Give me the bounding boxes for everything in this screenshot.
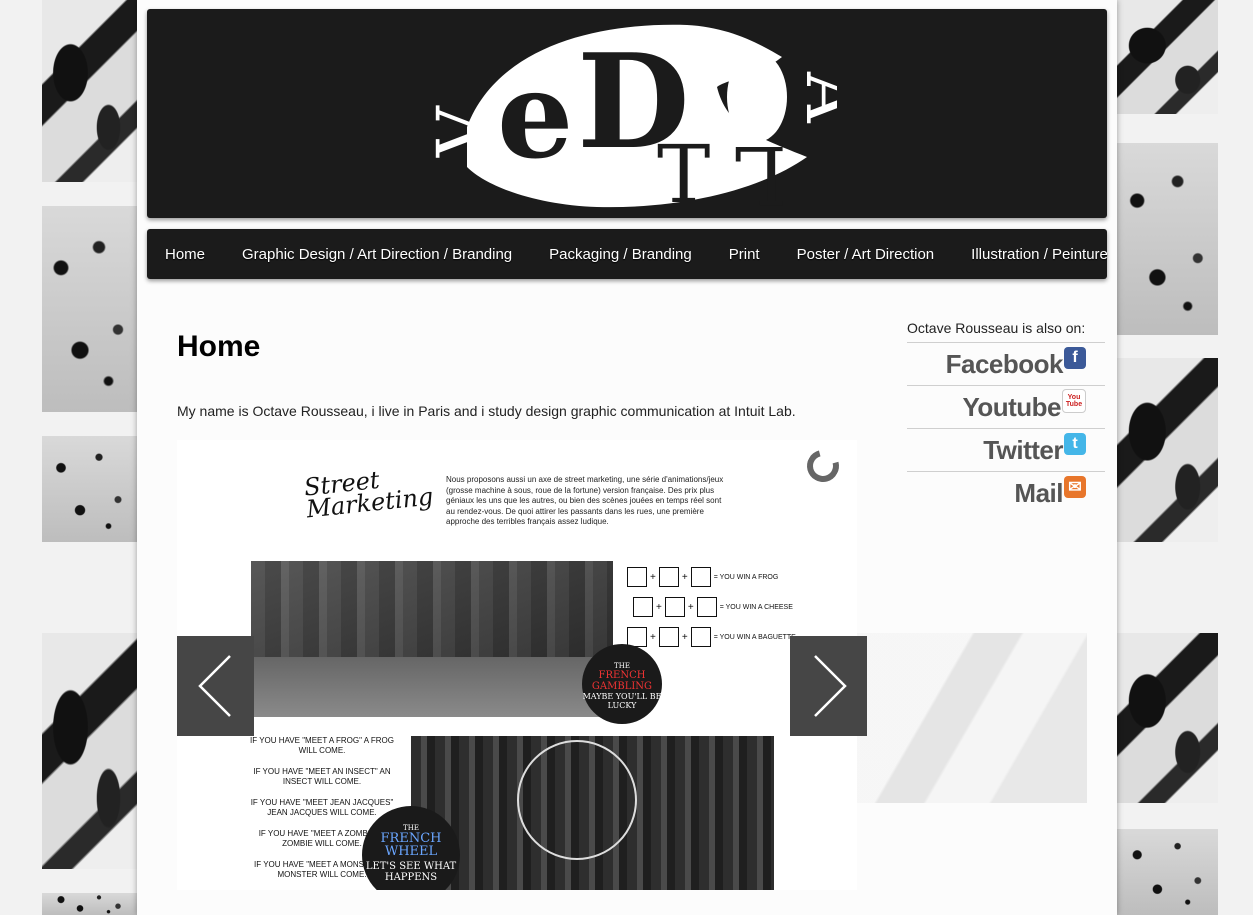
twitter-label: Twitter <box>983 434 1063 465</box>
combo-row: + + = YOU WIN A CHEESE <box>633 592 827 622</box>
street-marketing-logo: Street Marketing <box>303 463 435 524</box>
svg-text:A: A <box>790 71 837 124</box>
background-photo <box>1117 633 1218 803</box>
svg-text:L: L <box>734 128 787 212</box>
nav-home[interactable]: Home <box>165 246 205 263</box>
combo-text: = YOU WIN A BAGUETTE <box>713 633 796 641</box>
loading-spinner-icon <box>801 444 845 488</box>
mail-link[interactable]: Mail ✉ <box>907 471 1105 514</box>
background-photo <box>42 0 137 182</box>
site-header: e D V T L A <box>147 9 1107 218</box>
nav-packaging[interactable]: Packaging / Branding <box>549 246 692 263</box>
social-heading: Octave Rousseau is also on: <box>907 320 1086 336</box>
badge-title: FRENCH WHEEL <box>380 831 442 859</box>
slide-description: Nous proposons aussi un axe de street ma… <box>446 475 724 526</box>
badge-subtitle: MAYBE YOU'LL BE LUCKY <box>582 692 662 710</box>
background-photo <box>42 633 137 869</box>
youtube-icon: You Tube <box>1062 389 1086 413</box>
nav-graphic-design[interactable]: Graphic Design / Art Direction / Brandin… <box>242 246 512 263</box>
background-photo <box>1117 0 1218 114</box>
nav-illustration[interactable]: Illustration / Peinture <box>971 246 1108 263</box>
slider-prev-button[interactable] <box>177 636 254 736</box>
svg-text:V: V <box>427 105 504 158</box>
mail-label: Mail <box>1014 477 1063 508</box>
facebook-link[interactable]: Facebook f <box>907 342 1105 385</box>
site-logo[interactable]: e D V T L A <box>427 17 837 212</box>
french-gambling-badge: THE FRENCH GAMBLING MAYBE YOU'LL BE LUCK… <box>582 644 662 724</box>
combo-text: = YOU WIN A CHEESE <box>719 603 793 611</box>
wheel-rule: IF YOU HAVE "MEET JEAN JACQUES" JEAN JAC… <box>250 798 394 817</box>
facebook-icon: f <box>1064 347 1086 369</box>
youtube-label: Youtube <box>962 391 1061 422</box>
wheel-rule: IF YOU HAVE "MEET A FROG" A FROG WILL CO… <box>250 736 394 755</box>
twitter-link[interactable]: Twitter t <box>907 428 1105 471</box>
intro-text: My name is Octave Rousseau, i live in Pa… <box>177 403 796 419</box>
background-photo <box>857 633 1087 803</box>
badge-subtitle: LET'S SEE WHAT HAPPENS <box>365 861 457 883</box>
social-links: Facebook f Youtube You Tube Twitter t Ma… <box>907 342 1105 514</box>
facebook-label: Facebook <box>945 348 1064 379</box>
background-photo <box>42 893 137 915</box>
mail-icon: ✉ <box>1064 476 1086 498</box>
main-nav: Home Graphic Design / Art Direction / Br… <box>147 229 1108 279</box>
combo-row: + + = YOU WIN A FROG <box>627 562 827 592</box>
background-photo <box>1117 143 1218 335</box>
background-photo <box>42 206 137 412</box>
youtube-link[interactable]: Youtube You Tube <box>907 385 1105 428</box>
chevron-left-icon <box>197 655 231 717</box>
wheel-drawing <box>517 740 637 860</box>
street-photo-gambling <box>251 561 613 717</box>
twitter-icon: t <box>1064 433 1086 455</box>
background-photo <box>1117 358 1218 542</box>
svg-text:T: T <box>657 128 710 212</box>
background-photo <box>1117 829 1218 915</box>
svg-text:e: e <box>497 45 573 186</box>
combo-text: = YOU WIN A FROG <box>713 573 779 581</box>
chevron-right-icon <box>813 655 847 717</box>
badge-title: FRENCH GAMBLING <box>591 670 653 692</box>
nav-poster[interactable]: Poster / Art Direction <box>797 246 935 263</box>
badge-top-text: THE <box>614 662 630 670</box>
slider-next-button[interactable] <box>790 636 867 736</box>
project-slider: Street Marketing Nous proposons aussi un… <box>177 440 857 890</box>
slide-header: Street Marketing Nous proposons aussi un… <box>177 440 857 542</box>
background-photo <box>42 436 137 542</box>
wheel-rule: IF YOU HAVE "MEET AN INSECT" AN INSECT W… <box>253 767 391 786</box>
nav-print[interactable]: Print <box>729 246 760 263</box>
page-title: Home <box>177 330 261 363</box>
